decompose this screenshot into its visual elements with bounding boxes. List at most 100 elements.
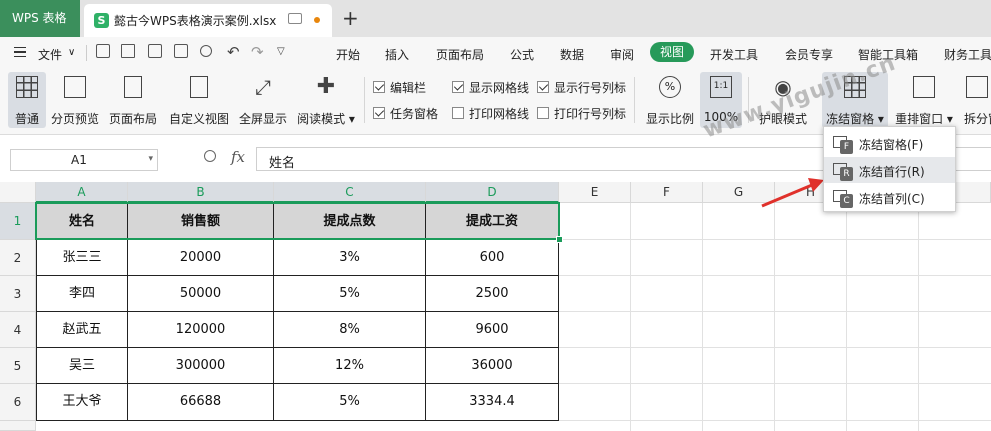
monitor-icon[interactable] — [288, 13, 302, 24]
hamburger-icon[interactable] — [14, 47, 26, 57]
menu-start[interactable]: 开始 — [336, 46, 360, 63]
freeze-panes-dropdown: F 冻结窗格(F) R 冻结首行(R) C 冻结首列(C) — [823, 126, 956, 212]
table-cell[interactable]: 5% — [274, 276, 426, 312]
show-headings-checkbox[interactable] — [537, 81, 549, 93]
table-cell[interactable]: 王大爷 — [37, 384, 128, 420]
zoom-search-icon[interactable] — [204, 150, 216, 162]
file-menu-arrow-icon[interactable]: ∨ — [68, 47, 75, 58]
menu-review[interactable]: 审阅 — [610, 46, 634, 63]
freeze-first-column-menu-item[interactable]: C 冻结首列(C) — [824, 184, 955, 210]
shortcut-key-badge: C — [840, 194, 853, 208]
arrange-window-button[interactable]: 重排窗口 ▾ — [892, 72, 956, 128]
menu-formula[interactable]: 公式 — [510, 46, 534, 63]
formula-value: 姓名 — [269, 156, 296, 171]
column-header-f[interactable]: F — [631, 182, 703, 203]
menu-insert[interactable]: 插入 — [385, 46, 409, 63]
menu-page-layout[interactable]: 页面布局 — [436, 46, 484, 63]
insert-function-icon[interactable]: fx — [231, 148, 245, 166]
quick-access-more-icon[interactable]: ▽ — [277, 46, 285, 57]
zoom-button[interactable]: % 显示比例 — [643, 72, 697, 128]
split-window-button[interactable]: 拆分窗口 — [962, 72, 991, 128]
arrange-window-icon — [913, 76, 935, 98]
app-tab[interactable]: WPS 表格 — [0, 0, 80, 37]
custom-view-button[interactable]: 自定义视图 — [166, 72, 232, 128]
freeze-panes-menu-item[interactable]: F 冻结窗格(F) — [824, 130, 955, 156]
table-cell[interactable]: 8% — [274, 312, 426, 348]
row-header-5[interactable]: 5 — [0, 348, 36, 384]
table-cell[interactable]: 吴三 — [37, 348, 128, 384]
spreadsheet-icon: S — [94, 13, 109, 28]
file-menu[interactable]: 文件 — [38, 46, 62, 63]
print-preview-icon[interactable] — [200, 45, 212, 57]
show-headings-label: 显示行号列标 — [554, 81, 627, 95]
new-tab-button[interactable]: + — [342, 6, 359, 30]
reading-mode-button[interactable]: ✚ 阅读模式 ▾ — [295, 72, 357, 128]
unsaved-dot-icon[interactable] — [314, 17, 320, 23]
table-cell[interactable]: 3% — [274, 240, 426, 276]
redo-icon[interactable]: ↷ — [251, 43, 264, 61]
name-box-value: A1 — [71, 153, 87, 167]
column-header-d[interactable]: D — [426, 182, 559, 203]
row-header-6[interactable]: 6 — [0, 384, 36, 421]
document-title: 懿古今WPS表格演示案例.xlsx — [114, 14, 277, 28]
show-gridlines-checkbox[interactable] — [452, 81, 464, 93]
fullscreen-button[interactable]: ⤢ 全屏显示 — [236, 72, 290, 128]
table-cell[interactable]: 李四 — [37, 276, 128, 312]
print-headings-label: 打印行号列标 — [554, 107, 627, 121]
spreadsheet-grid[interactable]: A B C D E F G H I 1 2 3 4 5 6 姓名 销售额 提成点… — [0, 182, 991, 431]
table-cell[interactable]: 120000 — [128, 312, 274, 348]
normal-view-button[interactable]: 普通 — [8, 72, 46, 128]
table-cell[interactable]: 50000 — [128, 276, 274, 312]
menu-member[interactable]: 会员专享 — [785, 46, 833, 63]
table-cell[interactable]: 300000 — [128, 348, 274, 384]
table-cell[interactable]: 张三三 — [37, 240, 128, 276]
column-header-b[interactable]: B — [128, 182, 274, 203]
fill-handle[interactable] — [556, 236, 563, 243]
column-header-e[interactable]: E — [559, 182, 631, 203]
undo-icon[interactable]: ↶ — [227, 43, 240, 61]
table-cell[interactable]: 5% — [274, 384, 426, 420]
print-gridlines-checkbox[interactable] — [452, 107, 464, 119]
name-box-dropdown-icon[interactable]: ▾ — [148, 154, 153, 164]
show-gridlines-label: 显示网格线 — [469, 81, 530, 95]
document-tab[interactable]: S 懿古今WPS表格演示案例.xlsx — [84, 4, 332, 37]
select-all-corner[interactable] — [0, 182, 36, 203]
print-headings-checkbox[interactable] — [537, 107, 549, 119]
column-header-g[interactable]: G — [703, 182, 775, 203]
name-box[interactable]: A1 ▾ — [10, 149, 158, 171]
row-header-4[interactable]: 4 — [0, 312, 36, 348]
row-header-1[interactable]: 1 — [0, 203, 36, 240]
menu-data[interactable]: 数据 — [560, 46, 584, 63]
table-cell[interactable]: 3334.4 — [426, 384, 558, 420]
table-cell[interactable]: 2500 — [426, 276, 558, 312]
shortcut-key-badge: R — [840, 167, 853, 181]
table-cell[interactable]: 600 — [426, 240, 558, 276]
table-cell[interactable]: 20000 — [128, 240, 274, 276]
table-cell[interactable]: 赵武五 — [37, 312, 128, 348]
page-break-preview-button[interactable]: 分页预览 — [48, 72, 102, 128]
table-cell[interactable]: 12% — [274, 348, 426, 384]
menu-developer[interactable]: 开发工具 — [710, 46, 758, 63]
menu-finance[interactable]: 财务工具 — [944, 46, 991, 63]
gridline — [918, 203, 919, 431]
column-header-a[interactable]: A — [36, 182, 128, 203]
normal-view-icon — [16, 76, 38, 98]
table-cell[interactable]: 36000 — [426, 348, 558, 384]
save-icon[interactable] — [148, 44, 162, 58]
table-cell[interactable]: 9600 — [426, 312, 558, 348]
row-header-7[interactable] — [0, 421, 36, 431]
menu-view[interactable]: 视图 — [650, 42, 694, 62]
page-layout-view-button[interactable]: 页面布局 — [106, 72, 160, 128]
row-header-2[interactable]: 2 — [0, 240, 36, 276]
column-header-c[interactable]: C — [274, 182, 426, 203]
formula-bar-label: 编辑栏 — [390, 81, 427, 95]
print-icon[interactable] — [174, 44, 188, 58]
task-pane-checkbox[interactable] — [373, 107, 385, 119]
table-cell[interactable]: 66688 — [128, 384, 274, 420]
separator — [634, 77, 635, 123]
freeze-top-row-menu-item[interactable]: R 冻结首行(R) — [824, 157, 955, 183]
formula-bar-checkbox[interactable] — [373, 81, 385, 93]
open-folder-icon[interactable] — [121, 44, 135, 58]
row-header-3[interactable]: 3 — [0, 276, 36, 312]
new-file-icon[interactable] — [96, 44, 110, 58]
